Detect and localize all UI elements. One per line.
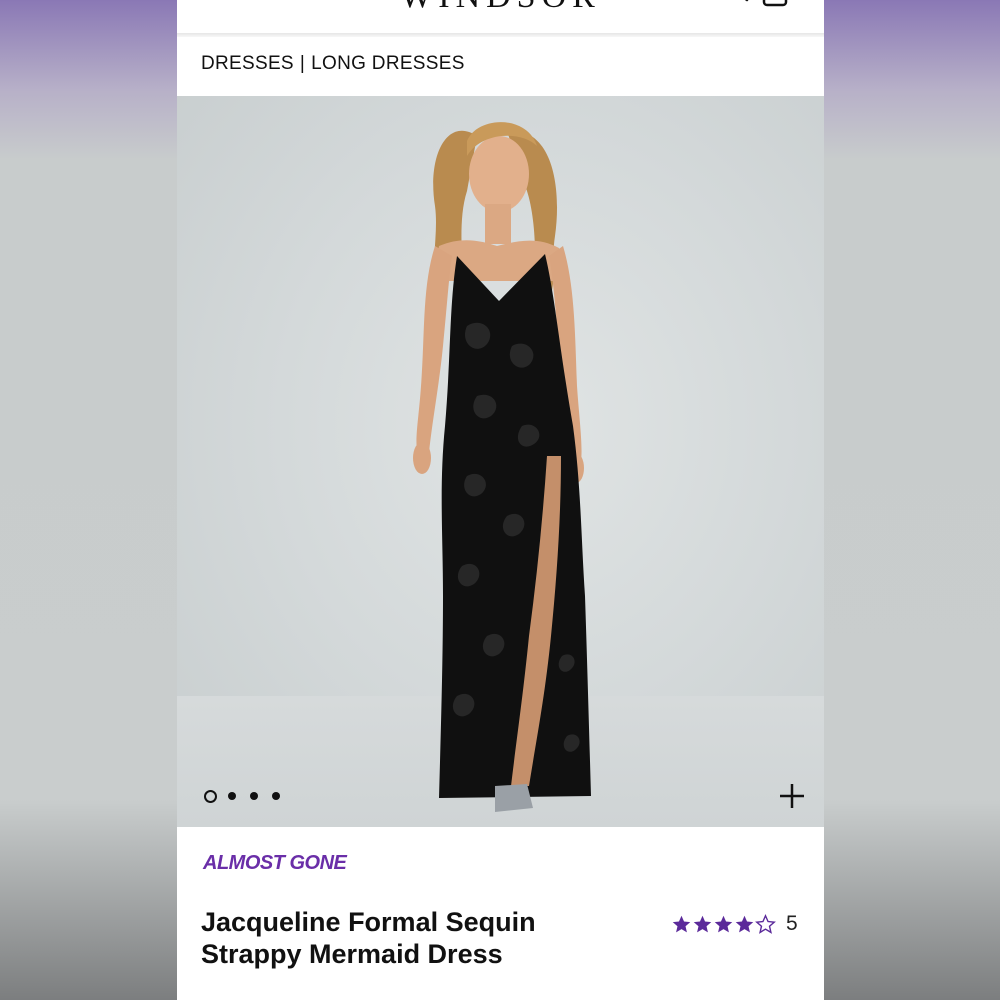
rating-stars [671,913,776,935]
background-left [0,0,177,1000]
breadcrumb: DRESSES | LONG DRESSES [201,50,465,78]
plus-icon[interactable] [778,782,806,810]
star-empty-icon [755,913,776,934]
site-header: WINDSOR [177,0,824,33]
pagination-dot-2[interactable] [228,792,236,800]
star-filled-icon [693,915,712,932]
review-count: 5 [786,912,798,935]
product-title: Jacqueline Formal Sequin Strappy Mermaid… [201,906,641,970]
pagination-dot-4[interactable] [272,792,280,800]
pagination-dot-3[interactable] [250,792,258,800]
pagination-dot-1[interactable] [204,790,217,803]
shopping-bag-icon[interactable] [761,0,791,10]
star-filled-icon [714,915,733,932]
product-title-line-1: Jacqueline Formal Sequin [201,907,536,937]
search-icon[interactable] [721,0,751,10]
star-filled-icon [735,915,754,932]
product-image[interactable] [177,96,824,827]
star-filled-icon [672,915,691,932]
breadcrumb-long-dresses[interactable]: LONG DRESSES [311,53,465,74]
product-rating[interactable]: 5 [671,908,798,940]
header-divider [177,33,824,37]
stock-badge: ALMOST GONE [203,852,347,874]
product-page: WINDSOR DRESSES|LONG DRESSES [177,0,824,1000]
product-title-line-2: Strappy Mermaid Dress [201,939,503,969]
model-photo [413,122,591,812]
background-right [824,0,1000,1000]
breadcrumb-separator: | [299,53,306,74]
breadcrumb-dresses[interactable]: DRESSES [201,53,294,74]
